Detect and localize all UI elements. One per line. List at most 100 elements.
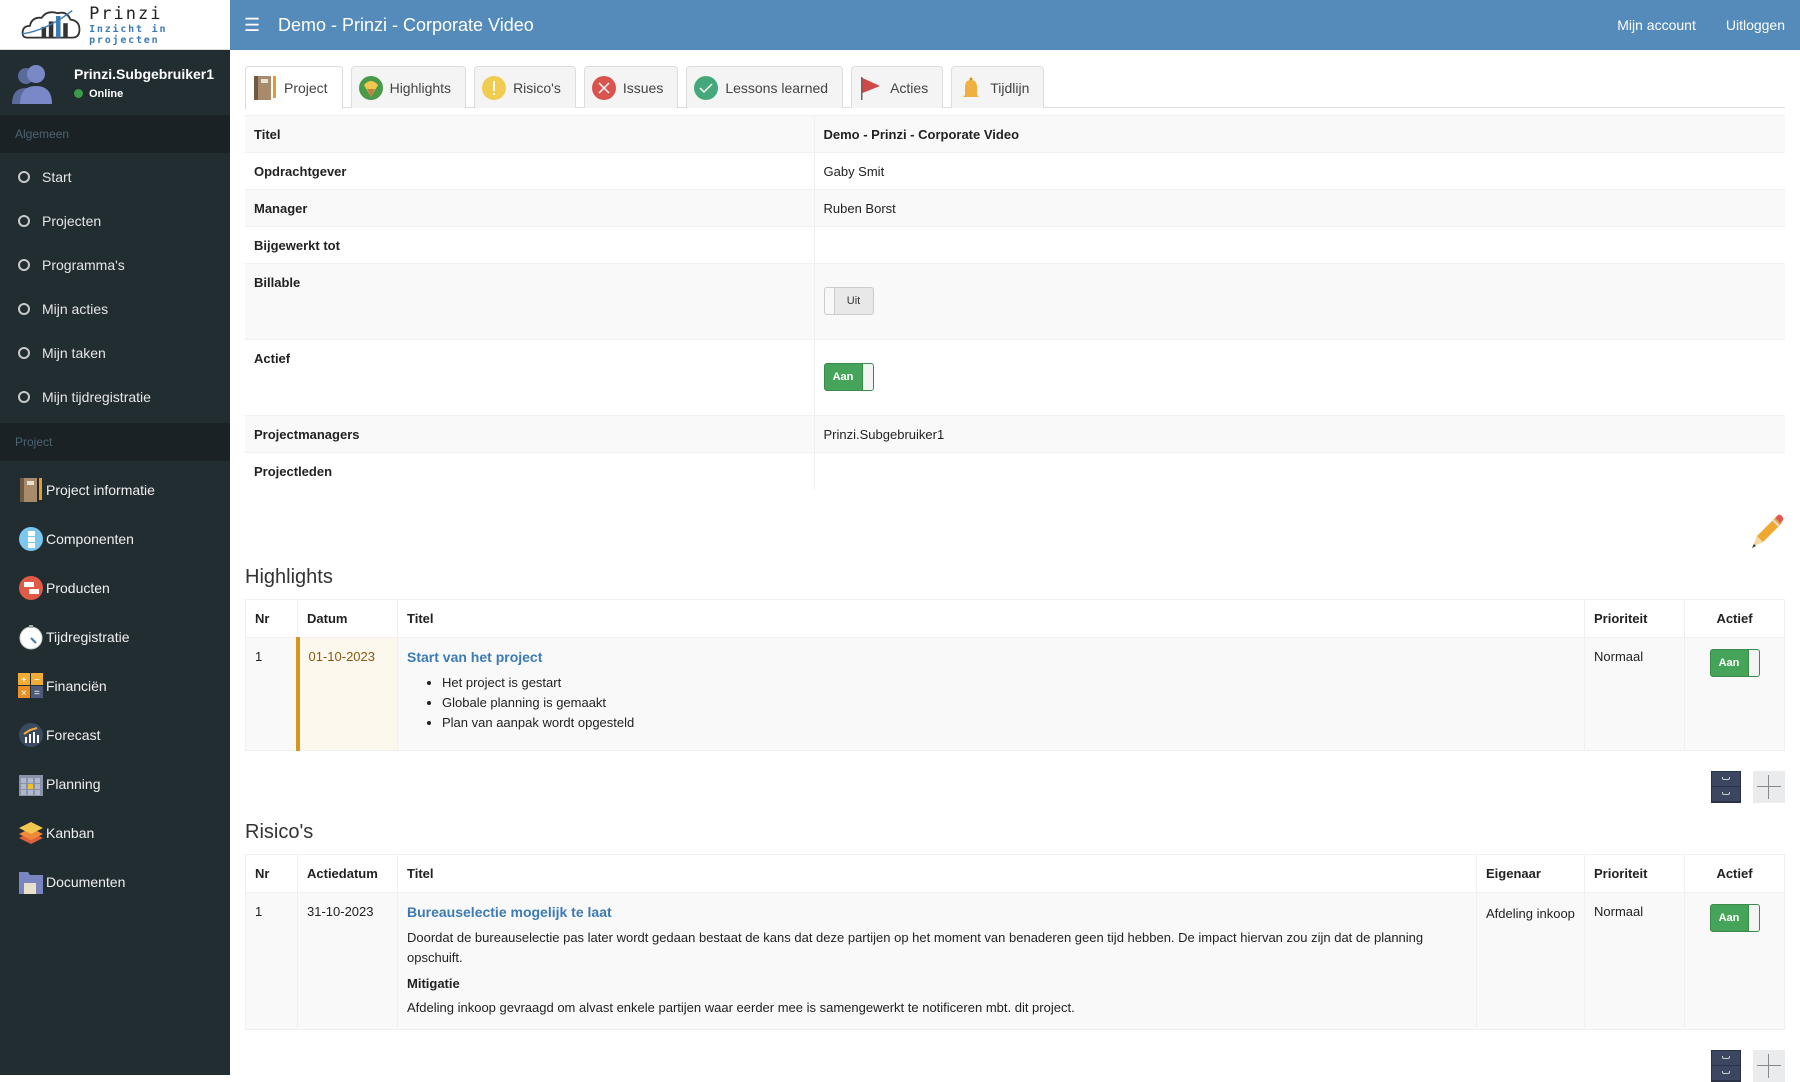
page-title: Demo - Prinzi - Corporate Video — [278, 14, 534, 35]
logout-link[interactable]: Uitloggen — [1726, 17, 1785, 33]
circle-icon — [18, 347, 30, 359]
risk-priority: Normaal — [1584, 891, 1685, 1030]
column-header-datum: Datum — [297, 598, 398, 638]
highlights-heading: Highlights — [245, 565, 333, 588]
circle-icon — [18, 259, 30, 271]
risk-date: 31-10-2023 — [297, 891, 398, 1030]
archive-drawer — [1712, 787, 1740, 802]
tab-highlights[interactable]: Highlights — [350, 66, 467, 108]
logo[interactable]: Prinzi Inzicht in projecten — [0, 0, 230, 50]
highlight-active-toggle[interactable]: Aan — [1709, 648, 1760, 677]
user-status-label: Online — [89, 87, 124, 100]
table-row: Titel Demo - Prinzi - Corporate Video — [245, 115, 1785, 153]
toggle-label: Aan — [832, 371, 854, 383]
tab-issues[interactable]: Issues — [583, 66, 679, 108]
sidebar-item-project-informatie[interactable]: Project informatie — [0, 465, 230, 514]
warning-icon — [481, 75, 507, 101]
tab-risicos[interactable]: Risico's — [474, 66, 576, 108]
user-name: Prinzi.Subgebruiker1 — [74, 65, 215, 82]
sidebar-item-tijdregistratie[interactable]: Tijdregistratie — [0, 612, 230, 661]
my-account-link[interactable]: Mijn account — [1617, 17, 1696, 33]
circle-icon — [18, 391, 30, 403]
highlights-icon — [358, 75, 384, 101]
column-header-nr: Nr — [245, 598, 298, 638]
tab-label: Issues — [622, 79, 664, 96]
project-title-value: Demo - Prinzi - Corporate Video — [814, 115, 1785, 153]
sidebar-item-mijn-tijdregistratie[interactable]: Mijn tijdregistratie — [0, 375, 230, 419]
tab-project[interactable]: Project — [245, 66, 343, 109]
field-label: Bijgewerkt tot — [245, 226, 815, 264]
sidebar-item-documenten[interactable]: Documenten — [0, 857, 230, 906]
project-details-table: Titel Demo - Prinzi - Corporate Video Opd… — [245, 115, 1785, 490]
sidebar-item-programmas[interactable]: Programma's — [0, 243, 230, 287]
risicos-table: Nr Actiedatum Titel Eigenaar Prioriteit … — [245, 853, 1785, 1030]
sidebar-item-mijn-acties[interactable]: Mijn acties — [0, 287, 230, 331]
stopwatch-icon — [18, 624, 44, 650]
projectmanagers-value: Prinzi.Subgebruiker1 — [814, 415, 1785, 453]
sidebar-item-label: Mijn acties — [42, 301, 109, 317]
sidebar-item-forecast[interactable]: Forecast — [0, 710, 230, 759]
toggle-knob — [824, 288, 835, 314]
toggle-label: Aan — [1718, 911, 1740, 924]
sidebar-item-producten[interactable]: Producten — [0, 563, 230, 612]
circle-icon — [18, 303, 30, 315]
add-risk-button[interactable] — [1753, 1049, 1785, 1082]
actief-toggle[interactable]: Aan — [823, 363, 874, 391]
table-row: Projectmanagers Prinzi.Subgebruiker1 — [245, 415, 1785, 453]
logo-name: Prinzi — [89, 3, 163, 24]
bijgewerkt-value — [814, 226, 1785, 264]
column-header-actief: Actief — [1684, 598, 1785, 638]
bullet-item: Het project is gestart — [442, 673, 1575, 693]
add-highlight-button[interactable] — [1753, 770, 1785, 803]
table-header-row: Nr Datum Titel Prioriteit Actief — [245, 598, 1785, 638]
risk-description: Doordat de bureauselectie pas later word… — [407, 929, 1424, 965]
main-content: Project Highlights Risico's Issues Lesso… — [245, 50, 1785, 1082]
forecast-icon — [18, 722, 44, 748]
billable-toggle[interactable]: Uit — [823, 287, 874, 315]
tab-label: Lessons learned — [725, 79, 829, 96]
sidebar-item-kanban[interactable]: Kanban — [0, 808, 230, 857]
tab-acties[interactable]: Acties — [851, 66, 944, 108]
column-header-actief: Actief — [1684, 853, 1785, 893]
sidebar-item-financien[interactable]: + − × = Financiën — [0, 661, 230, 710]
circle-icon — [18, 215, 30, 227]
edit-pencil-icon[interactable] — [1745, 512, 1785, 552]
tab-label: Tijdlijn — [990, 79, 1030, 96]
sidebar-item-label: Producten — [46, 579, 110, 596]
notebook-icon — [18, 477, 44, 503]
risk-active-toggle[interactable]: Aan — [1709, 903, 1760, 932]
sidebar-item-componenten[interactable]: Componenten — [0, 514, 230, 563]
logo-tagline: Inzicht in projecten — [89, 23, 168, 46]
sidebar-item-label: Start — [42, 169, 72, 185]
sidebar-item-projecten[interactable]: Projecten — [0, 199, 230, 243]
risk-title-link[interactable]: Bureauselectie mogelijk te laat — [407, 904, 1467, 920]
notebook-icon — [252, 75, 278, 101]
table-row: Actief Aan — [245, 339, 1785, 416]
tab-label: Risico's — [513, 79, 561, 96]
archive-button[interactable] — [1711, 1049, 1741, 1082]
sidebar-item-planning[interactable]: Planning — [0, 759, 230, 808]
tab-tijdlijn[interactable]: Tijdlijn — [951, 66, 1045, 108]
hamburger-menu-icon[interactable]: ☰ — [244, 15, 264, 36]
table-row: Bijgewerkt tot — [245, 226, 1785, 264]
highlight-title-link[interactable]: Start van het project — [407, 649, 1575, 665]
sidebar-item-mijn-taken[interactable]: Mijn taken — [0, 331, 230, 375]
risk-owner: Afdeling inkoop — [1476, 891, 1585, 1030]
tab-label: Highlights — [389, 79, 452, 96]
sidebar-item-label: Planning — [46, 775, 101, 792]
tab-lessons-learned[interactable]: Lessons learned — [686, 66, 844, 108]
field-label: Actief — [245, 339, 815, 416]
sidebar-item-start[interactable]: Start — [0, 155, 230, 199]
archive-icon — [1712, 772, 1740, 787]
top-bar: ☰ Demo - Prinzi - Corporate Video Mijn a… — [230, 0, 1800, 50]
tab-label: Project — [284, 80, 328, 96]
user-status: Online — [74, 88, 214, 100]
field-label: Projectleden — [245, 452, 815, 490]
archive-button[interactable] — [1711, 770, 1741, 803]
table-row: 1 31-10-2023 Bureauselectie mogelijk te … — [245, 891, 1785, 1030]
field-label: Billable — [245, 263, 815, 340]
table-row: Opdrachtgever Gaby Smit — [245, 152, 1785, 190]
svg-text:+: + — [21, 675, 27, 686]
toggle-knob — [861, 364, 873, 390]
toggle-knob — [1747, 649, 1759, 676]
